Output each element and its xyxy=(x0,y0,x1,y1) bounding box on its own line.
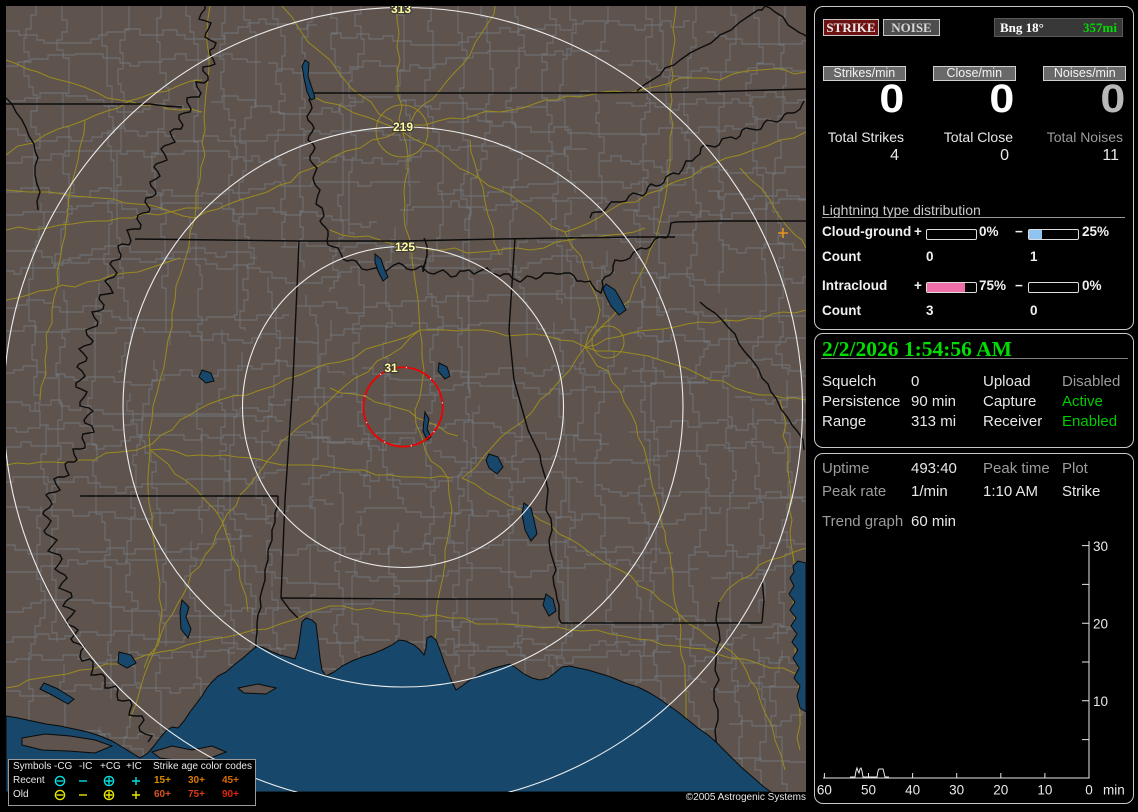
svg-text:0: 0 xyxy=(1085,783,1093,798)
svg-text:219: 219 xyxy=(393,120,413,134)
svg-text:20: 20 xyxy=(1093,617,1108,632)
svg-text:313: 313 xyxy=(391,6,411,16)
svg-text:10: 10 xyxy=(1037,783,1052,798)
svg-text:20: 20 xyxy=(993,783,1008,798)
svg-text:min: min xyxy=(1103,783,1125,798)
svg-text:50: 50 xyxy=(861,783,876,798)
svg-text:125: 125 xyxy=(395,240,415,254)
svg-text:31: 31 xyxy=(384,361,398,375)
svg-text:30: 30 xyxy=(949,783,964,798)
svg-text:60: 60 xyxy=(817,783,832,798)
svg-text:40: 40 xyxy=(905,783,920,798)
svg-text:30: 30 xyxy=(1093,539,1108,554)
svg-text:10: 10 xyxy=(1093,694,1108,709)
